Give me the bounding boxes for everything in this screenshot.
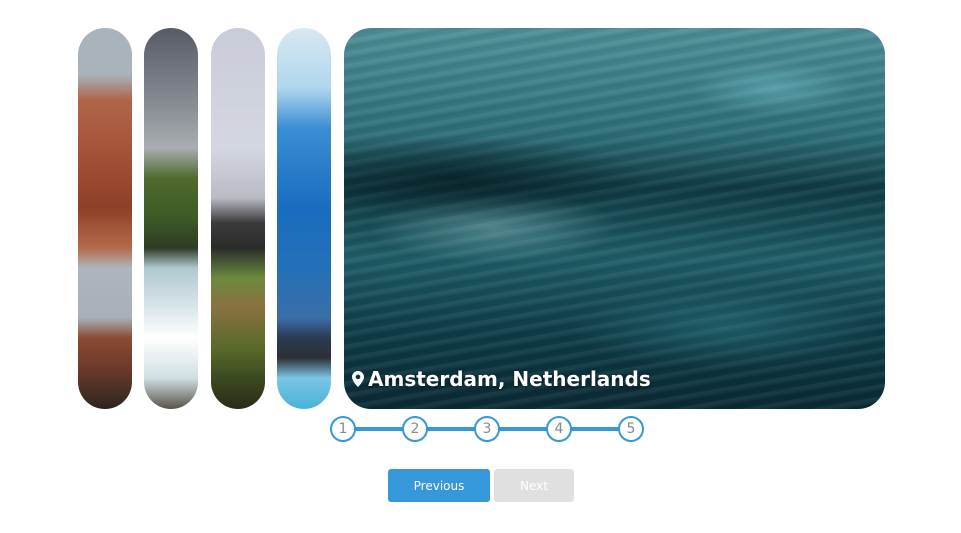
caption-text: Amsterdam, Netherlands [368, 367, 651, 391]
step-4[interactable]: 4 [546, 416, 572, 442]
slide-panel-4[interactable] [277, 28, 331, 409]
step-2[interactable]: 2 [402, 416, 428, 442]
image-accordion-gallery: Amsterdam, Netherlands [0, 0, 961, 420]
slide-panel-5-active[interactable]: Amsterdam, Netherlands [344, 28, 885, 409]
location-pin-icon [352, 371, 364, 387]
slide-panel-2[interactable] [144, 28, 198, 409]
step-3[interactable]: 3 [474, 416, 500, 442]
step-1[interactable]: 1 [330, 416, 356, 442]
slide-panel-3[interactable] [211, 28, 265, 409]
slide-stepper: 1 2 3 4 5 [330, 415, 646, 443]
previous-button[interactable]: Previous [388, 469, 490, 502]
wave-shading [344, 123, 885, 233]
step-5[interactable]: 5 [618, 416, 644, 442]
next-button[interactable]: Next [494, 469, 574, 502]
slide-caption: Amsterdam, Netherlands [352, 367, 651, 391]
slide-panel-1[interactable] [78, 28, 132, 409]
